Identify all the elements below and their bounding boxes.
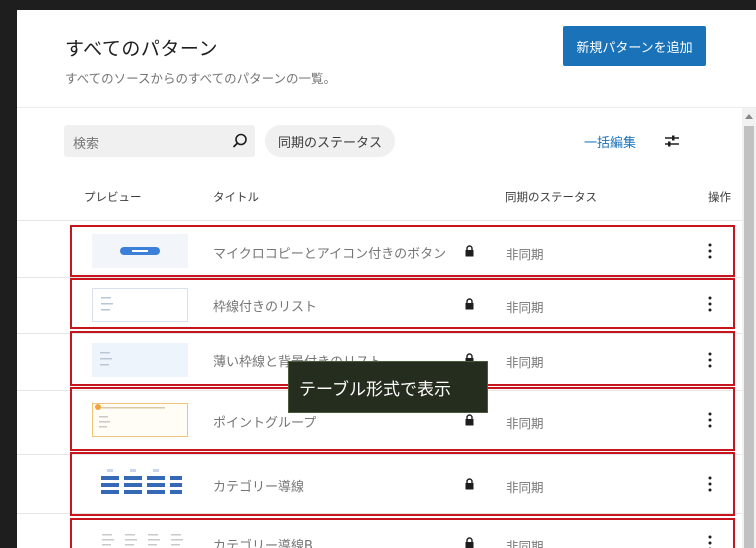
pattern-preview[interactable] bbox=[92, 343, 188, 377]
patterns-panel: すべてのパターン すべてのソースからのすべてのパターンの一覧。 新規パターンを追… bbox=[17, 10, 756, 548]
pattern-preview[interactable] bbox=[92, 466, 188, 502]
page-subtitle: すべてのソースからのすべてのパターンの一覧。 bbox=[65, 71, 337, 86]
header-divider bbox=[17, 107, 756, 108]
table-row[interactable]: カテゴリー導線B 非同期 bbox=[70, 518, 735, 548]
pattern-title[interactable]: 枠線付きのリスト bbox=[213, 296, 317, 315]
pattern-preview[interactable] bbox=[92, 403, 188, 437]
table-row[interactable]: 枠線付きのリスト 非同期 bbox=[70, 278, 735, 329]
lock-icon bbox=[465, 478, 474, 490]
pattern-preview[interactable] bbox=[92, 528, 188, 548]
row-divider bbox=[17, 220, 742, 221]
sliders-icon[interactable] bbox=[664, 133, 680, 149]
add-pattern-button[interactable]: 新規パターンを追加 bbox=[563, 26, 706, 66]
column-status[interactable]: 同期のステータス bbox=[505, 189, 597, 205]
sync-status: 非同期 bbox=[506, 300, 544, 315]
more-actions-icon[interactable] bbox=[708, 352, 712, 368]
scroll-up-arrow-icon[interactable] bbox=[745, 114, 753, 119]
more-actions-icon[interactable] bbox=[708, 476, 712, 492]
pattern-title[interactable]: カテゴリー導線B bbox=[213, 535, 313, 548]
more-actions-icon[interactable] bbox=[708, 296, 712, 312]
page-title: すべてのパターン bbox=[65, 38, 218, 60]
pattern-title[interactable]: カテゴリー導線 bbox=[213, 476, 304, 495]
lock-icon bbox=[465, 537, 474, 548]
search-icon[interactable] bbox=[231, 132, 249, 150]
lock-icon bbox=[465, 245, 474, 257]
more-actions-icon[interactable] bbox=[708, 243, 712, 259]
sync-status: 非同期 bbox=[506, 539, 544, 548]
column-title[interactable]: タイトル bbox=[213, 189, 259, 205]
table-row[interactable]: カテゴリー導線 非同期 bbox=[70, 452, 735, 516]
sync-status: 非同期 bbox=[506, 355, 544, 370]
pattern-title[interactable]: ポイントグループ bbox=[213, 412, 316, 431]
bulk-edit-link[interactable]: 一括編集 bbox=[584, 132, 636, 151]
sync-status-filter[interactable]: 同期のステータス bbox=[265, 125, 396, 157]
search-placeholder: 検索 bbox=[73, 137, 100, 152]
search-input[interactable]: 検索 bbox=[64, 125, 255, 157]
more-actions-icon[interactable] bbox=[708, 412, 712, 428]
sync-status: 非同期 bbox=[506, 247, 544, 262]
scrollbar-thumb[interactable] bbox=[744, 126, 754, 548]
pattern-preview[interactable] bbox=[92, 234, 188, 268]
lock-icon bbox=[465, 414, 474, 426]
sync-status: 非同期 bbox=[506, 480, 544, 495]
pattern-preview[interactable] bbox=[92, 288, 188, 322]
more-actions-icon[interactable] bbox=[708, 535, 712, 548]
pattern-title[interactable]: マイクロコピーとアイコン付きのボタン bbox=[213, 243, 446, 262]
lock-icon bbox=[465, 298, 474, 310]
column-preview[interactable]: プレビュー bbox=[84, 189, 142, 205]
table-row[interactable]: マイクロコピーとアイコン付きのボタン 非同期 bbox=[70, 225, 735, 277]
tooltip: テーブル形式で表示 bbox=[288, 361, 488, 413]
column-actions: 操作 bbox=[708, 190, 731, 204]
sync-status: 非同期 bbox=[506, 416, 544, 431]
